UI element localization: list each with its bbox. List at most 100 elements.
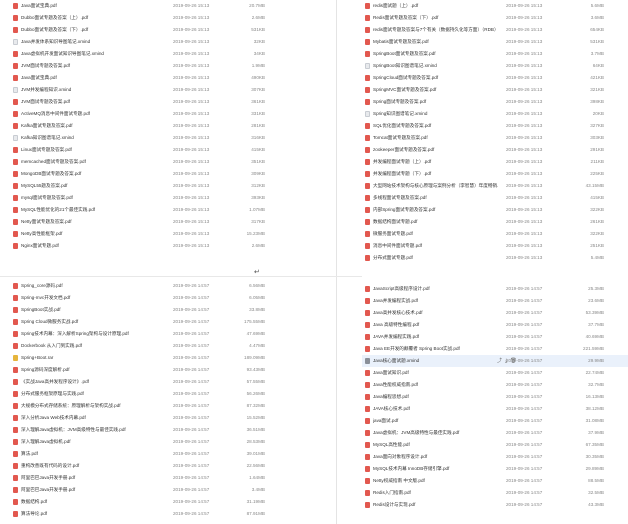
file-row[interactable]: JAVA并发编程实践.pdf 2019-09-26 14:57 40.69MB: [362, 331, 628, 343]
file-row[interactable]: JAVA核心技术.pdf 2019-09-26 14:57 38.12MB: [362, 403, 628, 415]
file-name[interactable]: 数据结构面试专题.pdf: [373, 216, 498, 228]
file-row[interactable]: 阿里巴巴Java开发手册.pdf 2019-09-26 14:57 1.64MB: [10, 472, 308, 484]
file-name[interactable]: Java 高级特性编程.pdf: [373, 319, 498, 331]
file-row[interactable]: Spring技术内幕：深入解析Spring架构与设计原理.pdf 2019-09-…: [10, 328, 308, 340]
file-row[interactable]: Java核心面试题.xmind ⤴⤓🗑 2019-09-26 14:57 29.9MB: [362, 355, 628, 367]
file-name[interactable]: SpringBoot面试专题及答案.pdf: [373, 48, 498, 60]
file-name[interactable]: 深入理解Java虚拟机.pdf: [21, 436, 171, 448]
file-row[interactable]: Java编程思想.pdf 2019-09-26 14:57 16.13MB: [362, 391, 628, 403]
file-row[interactable]: 大规模分布式存储系统：原理解析与架构实战.pdf 2019-09-26 14:57…: [10, 400, 308, 412]
file-name[interactable]: Spring-mvc开发文档.pdf: [21, 292, 171, 304]
file-row[interactable]: redis面试题（上）.pdf 2019-09-26 15:13 5.6MB: [362, 0, 628, 12]
file-row[interactable]: MySQL高性能.pdf 2019-09-26 14:57 67.35MB: [362, 439, 628, 451]
file-row[interactable]: MySQL技术内幕 InnoDB存储引擎.pdf 2019-09-26 14:57…: [362, 463, 628, 475]
file-row[interactable]: 并发编程面试专题（上）.pdf 2019-09-26 15:13 211KB: [362, 156, 628, 168]
file-name[interactable]: Java并发编程实战.pdf: [373, 295, 498, 307]
file-name[interactable]: Dubbo面试专题及答案（下）.pdf: [21, 24, 171, 36]
file-name[interactable]: Java性能权威指南.pdf: [373, 379, 498, 391]
file-row[interactable]: Java 高级特性编程.pdf 2019-09-26 14:57 37.7MB: [362, 319, 628, 331]
file-name[interactable]: SQL优化面试专题及答案.pdf: [373, 120, 498, 132]
file-name[interactable]: 大型网站技术架构与核心原理与案例分析（李智慧）年度畅销.pdf: [373, 180, 498, 192]
file-name[interactable]: redis面试题（上）.pdf: [373, 0, 498, 12]
file-row[interactable]: 算法导论.pdf 2019-09-26 14:57 87.91MB: [10, 508, 308, 520]
file-name[interactable]: Linux面试专题及答案.pdf: [21, 144, 171, 156]
file-name[interactable]: 数据结构.pdf: [21, 496, 171, 508]
file-name[interactable]: 并发编程面试专题（上）.pdf: [373, 156, 498, 168]
file-row[interactable]: Kafka面试专题及答案.pdf 2019-09-26 15:13 281KB: [10, 120, 310, 132]
share-icon[interactable]: ⤴: [497, 358, 505, 364]
file-name[interactable]: Spring+Boot.rar: [21, 352, 171, 364]
file-row[interactable]: Spring_core源码.pdf 2019-09-26 14:57 6.56MB: [10, 280, 308, 292]
file-row[interactable]: 《实战Java高并发程序设计》.pdf 2019-09-26 14:57 57.55…: [10, 376, 308, 388]
file-row[interactable]: Java面向对象程序设计.pdf 2019-09-26 14:57 30.35MB: [362, 451, 628, 463]
file-name[interactable]: zookeeper面试专题及答案.pdf: [373, 144, 498, 156]
file-name[interactable]: JVM面试专题及答案.pdf: [21, 60, 171, 72]
file-name[interactable]: Spring面试专题及答案.pdf: [373, 96, 498, 108]
file-name[interactable]: Redis入门指南.pdf: [373, 487, 498, 499]
file-name[interactable]: 并发编程面试专题（下）.pdf: [373, 168, 498, 180]
file-name[interactable]: Tomcat面试专题及答案.pdf: [373, 132, 498, 144]
file-name[interactable]: 微服务面试专题.pdf: [373, 228, 498, 240]
file-row[interactable]: Dubbo面试专题及答案（上）.pdf 2019-09-26 15:13 2.6MB: [10, 12, 310, 24]
file-row[interactable]: Nginx面试专题.pdf 2019-09-26 15:13 2.6MB: [10, 240, 310, 252]
file-name[interactable]: SpringMVC面试专题及答案.pdf: [373, 84, 498, 96]
file-row[interactable]: 分布式服务框架原理与实践.pdf 2019-09-26 14:57 56.26MB: [10, 388, 308, 400]
file-row[interactable]: 重构改善既有代码的设计.pdf 2019-09-26 14:57 22.56MB: [10, 460, 308, 472]
file-name[interactable]: Dockerbook 从入门到实践.pdf: [21, 340, 171, 352]
file-name[interactable]: SpringBoot实战.pdf: [21, 304, 171, 316]
file-row[interactable]: Netty权威指南 中文版.pdf 2019-09-26 14:57 88.5MB: [362, 475, 628, 487]
file-name[interactable]: Spring Cloud微服务实战.pdf: [21, 316, 171, 328]
file-row[interactable]: ActiveMQ消息中间件面试专题.pdf 2019-09-26 15:13 331…: [10, 108, 310, 120]
file-name[interactable]: Java面试知识.pdf: [373, 367, 498, 379]
file-row[interactable]: Dubbo面试专题及答案（下）.pdf 2019-09-26 15:13 531KB: [10, 24, 310, 36]
file-row[interactable]: mysql面试专题及答案.pdf 2019-09-26 15:13 393KB: [10, 192, 310, 204]
file-row[interactable]: Mybatis面试专题及答案.pdf 2019-09-26 15:13 531KB: [362, 36, 628, 48]
file-name[interactable]: ActiveMQ消息中间件面试专题.pdf: [21, 108, 171, 120]
file-row[interactable]: MongoDB面试专题及答案.pdf 2019-09-26 15:13 309KB: [10, 168, 310, 180]
file-row[interactable]: JVM并发编程知识.xmind 2019-09-26 15:13 307KB: [10, 84, 310, 96]
file-name[interactable]: 深入分析Java Web技术内幕.pdf: [21, 412, 171, 424]
file-name[interactable]: Java面试宝典.pdf: [21, 0, 171, 12]
file-name[interactable]: Java编程思想.pdf: [373, 391, 498, 403]
file-name[interactable]: 多线程面试专题及答案.pdf: [373, 192, 498, 204]
file-name[interactable]: Netty面试专题及答案.pdf: [21, 216, 171, 228]
file-row[interactable]: 大型网站技术架构与核心原理与案例分析（李智慧）年度畅销.pdf 2019-09-2…: [362, 180, 628, 192]
file-name[interactable]: Nginx面试专题.pdf: [21, 240, 171, 252]
file-row[interactable]: Java高并发核心技术.pdf 2019-09-26 14:57 53.39MB: [362, 307, 628, 319]
file-name[interactable]: Redis设计与实现.pdf: [373, 499, 498, 511]
file-name[interactable]: Kafka面试专题及答案.pdf: [21, 120, 171, 132]
file-row[interactable]: Java面试知识.pdf 2019-09-26 14:57 22.74MB: [362, 367, 628, 379]
file-name[interactable]: Kafka知识图谱笔记.xmind: [21, 132, 171, 144]
file-row[interactable]: 深入理解Java虚拟机：JVM高级特性与最佳实践.pdf 2019-09-26 1…: [10, 424, 308, 436]
file-row[interactable]: Linux面试专题及答案.pdf 2019-09-26 15:13 415KB: [10, 144, 310, 156]
file-name[interactable]: Spring技术内幕：深入解析Spring架构与设计原理.pdf: [21, 328, 171, 340]
file-name[interactable]: 内部Spring面试专题及答案.pdf: [373, 204, 498, 216]
file-name[interactable]: 算法.pdf: [21, 448, 171, 460]
file-row[interactable]: SpringBoot实战.pdf 2019-09-26 14:57 33.8MB: [10, 304, 308, 316]
file-row[interactable]: SpringMVC面试专题及答案.pdf 2019-09-26 15:13 321K…: [362, 84, 628, 96]
file-row[interactable]: Kafka知识图谱笔记.xmind 2019-09-26 15:13 316KB: [10, 132, 310, 144]
file-row[interactable]: Redis入门指南.pdf 2019-09-26 14:57 32.5MB: [362, 487, 628, 499]
file-name[interactable]: 深入理解Java虚拟机：JVM高级特性与最佳实践.pdf: [21, 424, 171, 436]
file-name[interactable]: Netty权威指南 中文版.pdf: [373, 475, 498, 487]
file-row[interactable]: SQL优化面试专题及答案.pdf 2019-09-26 15:13 327KB: [362, 120, 628, 132]
file-name[interactable]: java面试.pdf: [373, 415, 498, 427]
file-name[interactable]: Java EE开发的颠覆者 Spring Boot实战.pdf: [373, 343, 498, 355]
file-row[interactable]: Java并发编程实战.pdf 2019-09-26 14:57 23.6MB: [362, 295, 628, 307]
file-row[interactable]: java面试.pdf 2019-09-26 14:57 31.08MB: [362, 415, 628, 427]
file-row[interactable]: 算法.pdf 2019-09-26 14:57 39.01MB: [10, 448, 308, 460]
file-name[interactable]: 分布式面试专题.pdf: [373, 252, 498, 264]
file-name[interactable]: JavaScript高级程序设计.pdf: [373, 283, 498, 295]
file-row[interactable]: Java虚拟机：JVM高级特性与最佳实践.pdf 2019-09-26 14:57…: [362, 427, 628, 439]
file-row[interactable]: JVM面试专题及答案.pdf 2019-09-26 15:13 361KB: [10, 96, 310, 108]
file-name[interactable]: 消息中间件面试专题.pdf: [373, 240, 498, 252]
file-row[interactable]: Java性能权威指南.pdf 2019-09-26 14:57 32.7MB: [362, 379, 628, 391]
file-row[interactable]: Tomcat面试专题及答案.pdf 2019-09-26 15:13 303KB: [362, 132, 628, 144]
file-name[interactable]: JAVA并发编程实践.pdf: [373, 331, 498, 343]
file-row[interactable]: 分布式面试专题.pdf 2019-09-26 15:13 5.4MB: [362, 252, 628, 264]
file-row[interactable]: SpringCloud面试专题及答案.pdf 2019-09-26 15:13 42…: [362, 72, 628, 84]
file-name[interactable]: Netty高性能框架.pdf: [21, 228, 171, 240]
file-name[interactable]: SpringBoot知识图谱笔记.xmind: [373, 60, 498, 72]
file-name[interactable]: JVM面试专题及答案.pdf: [21, 96, 171, 108]
file-name[interactable]: Java并发体系知识导图笔记.xmind: [21, 36, 171, 48]
